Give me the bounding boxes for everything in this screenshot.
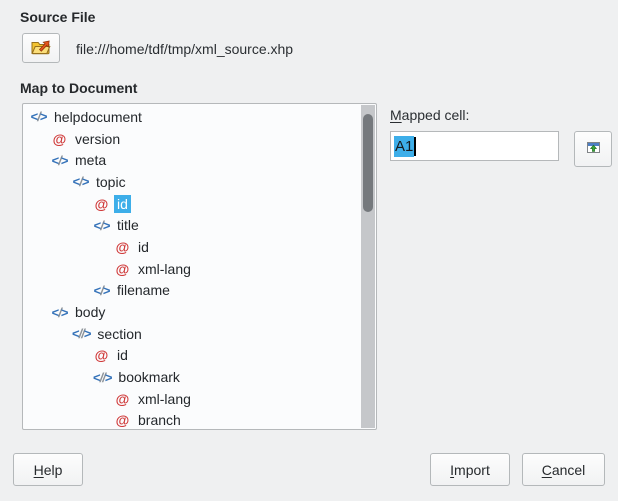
- tree-item-label: xml-lang: [135, 260, 194, 278]
- recurring-element-icon: <//>: [72, 326, 90, 341]
- open-folder-icon: [30, 38, 52, 59]
- element-icon: </>: [51, 305, 68, 320]
- tree-item-id[interactable]: @id: [23, 236, 360, 258]
- tree-item-label: meta: [72, 151, 109, 169]
- source-file-path: file:///home/tdf/tmp/xml_source.xhp: [76, 41, 293, 57]
- tree-item-label: version: [72, 130, 123, 148]
- tree-item-bookmark[interactable]: <//> bookmark: [23, 366, 360, 388]
- text-caret: [414, 137, 416, 156]
- xml-source-dialog: { "source_file": { "section_label": "Sou…: [0, 0, 618, 501]
- tree-item-label: id: [114, 195, 131, 213]
- help-button[interactable]: Help: [13, 453, 83, 486]
- cancel-button[interactable]: Cancel: [522, 453, 605, 486]
- attribute-icon: @: [114, 391, 131, 407]
- tree-item-section[interactable]: <//> section: [23, 323, 360, 345]
- tree-item-xml-lang[interactable]: @xml-lang: [23, 388, 360, 410]
- element-icon: </>: [72, 174, 89, 189]
- tree-item-label: bookmark: [115, 368, 182, 386]
- attribute-icon: @: [93, 196, 110, 212]
- tree-item-label: title: [114, 216, 142, 234]
- tree-item-label: xml-lang: [135, 390, 194, 408]
- tree-item-branch[interactable]: @branch: [23, 410, 360, 430]
- import-button[interactable]: Import: [430, 453, 510, 486]
- tree-item-label: helpdocument: [51, 108, 145, 126]
- tree-scrollbar-thumb[interactable]: [363, 114, 373, 212]
- element-icon: </>: [93, 283, 110, 298]
- tree-item-label: section: [94, 325, 144, 343]
- attribute-icon: @: [114, 412, 131, 428]
- tree-rows: </>helpdocument@version</>meta</>topic@i…: [23, 106, 360, 430]
- tree-item-id[interactable]: @id: [23, 345, 360, 367]
- mapped-cell-input[interactable]: A1: [390, 131, 559, 161]
- recurring-element-icon: <//>: [93, 370, 111, 385]
- element-icon: </>: [93, 218, 110, 233]
- tree-scrollbar[interactable]: [361, 105, 375, 428]
- mapped-cell-value: A1: [394, 136, 414, 157]
- shrink-icon: [585, 139, 602, 159]
- element-icon: </>: [30, 109, 47, 124]
- attribute-icon: @: [114, 239, 131, 255]
- attribute-icon: @: [93, 347, 110, 363]
- mapped-cell-label: Mapped cell:: [390, 107, 469, 123]
- browse-source-file-button[interactable]: [22, 33, 60, 63]
- tree-item-title[interactable]: </> title: [23, 214, 360, 236]
- map-to-document-heading: Map to Document: [20, 80, 137, 96]
- tree-item-version[interactable]: @version: [23, 128, 360, 150]
- tree-item-helpdocument[interactable]: </> helpdocument: [23, 106, 360, 128]
- element-icon: </>: [51, 153, 68, 168]
- tree-item-id[interactable]: @id: [23, 193, 360, 215]
- tree-item-xml-lang[interactable]: @xml-lang: [23, 258, 360, 280]
- tree-item-label: topic: [93, 173, 129, 191]
- tree-item-label: filename: [114, 281, 173, 299]
- shrink-button[interactable]: [574, 131, 612, 167]
- xml-structure-tree[interactable]: </>helpdocument@version</>meta</>topic@i…: [22, 103, 377, 430]
- tree-item-label: branch: [135, 411, 184, 429]
- tree-item-label: body: [72, 303, 108, 321]
- tree-item-meta[interactable]: </> meta: [23, 149, 360, 171]
- tree-item-topic[interactable]: </> topic: [23, 171, 360, 193]
- attribute-icon: @: [114, 261, 131, 277]
- tree-item-label: id: [135, 238, 152, 256]
- tree-item-label: id: [114, 346, 131, 364]
- attribute-icon: @: [51, 131, 68, 147]
- tree-item-filename[interactable]: </> filename: [23, 280, 360, 302]
- source-file-heading: Source File: [20, 9, 95, 25]
- tree-item-body[interactable]: </> body: [23, 301, 360, 323]
